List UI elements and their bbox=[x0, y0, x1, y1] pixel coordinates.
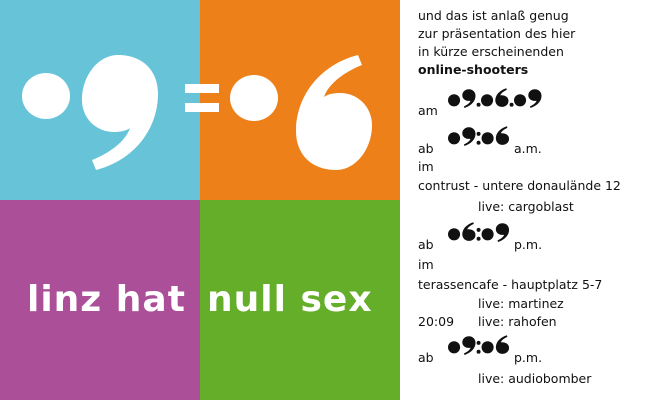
date-value-glyphs bbox=[448, 86, 543, 114]
event2-suffix: p.m. bbox=[514, 237, 543, 252]
event1-time-glyphs bbox=[448, 124, 511, 152]
slogan-part-1: linz hat bbox=[27, 279, 186, 320]
event2-location: terassencafe - hauptplatz 5-7 bbox=[418, 277, 603, 292]
event3-live: live: audiobomber bbox=[478, 371, 592, 386]
logo-09-equals-06 bbox=[22, 55, 372, 170]
date-prefix: am bbox=[418, 103, 438, 118]
event1-suffix: a.m. bbox=[514, 141, 542, 156]
intro-line-3: in kürze erscheinenden bbox=[418, 44, 564, 59]
event2-live: live: martinez bbox=[478, 296, 564, 311]
slogan: linz hat null sex bbox=[0, 275, 400, 325]
intro-line-1: und das ist anlaß genug bbox=[418, 8, 569, 23]
event3-time-glyphs bbox=[448, 333, 511, 361]
event3-prefix: ab bbox=[418, 350, 434, 365]
intro-line-4: online-shooters bbox=[418, 62, 529, 77]
event2-extra-time: 20:09 bbox=[418, 314, 455, 329]
event1-location: contrust - untere donaulände 12 bbox=[418, 178, 621, 193]
intro-line-2: zur präsentation des hier bbox=[418, 26, 576, 41]
event3-suffix: p.m. bbox=[514, 350, 543, 365]
event2-time-glyphs bbox=[448, 220, 511, 248]
event2-where: im bbox=[418, 257, 434, 272]
event2-prefix: ab bbox=[418, 237, 434, 252]
event1-prefix: ab bbox=[418, 141, 434, 156]
slogan-part-2: null sex bbox=[207, 279, 373, 320]
event2-live-2: live: rahofen bbox=[478, 314, 557, 329]
event1-live: live: cargoblast bbox=[478, 199, 574, 214]
event1-where: im bbox=[418, 159, 434, 174]
